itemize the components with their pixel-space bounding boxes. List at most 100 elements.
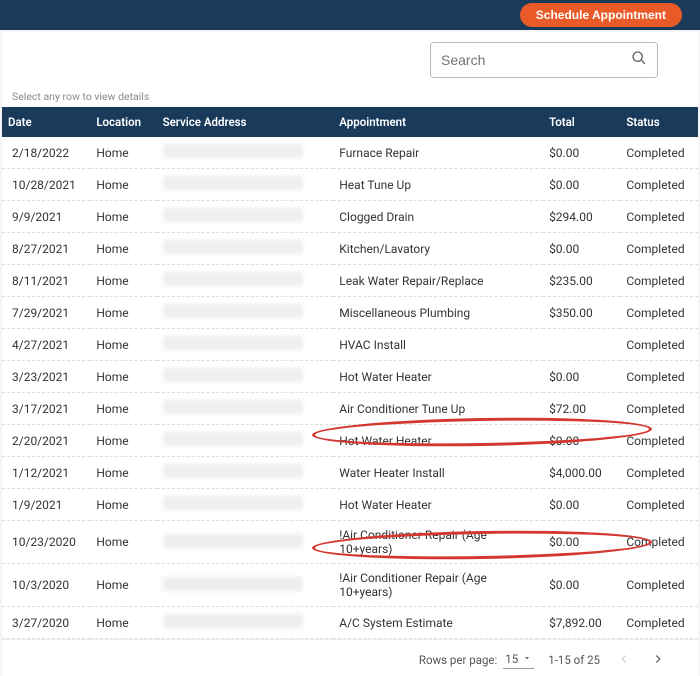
- table-row[interactable]: 10/28/2021HomeHeat Tune Up$0.00Completed: [2, 169, 698, 201]
- redacted-address: [163, 336, 303, 350]
- cell-status: Completed: [620, 457, 698, 489]
- cell-location: Home: [90, 329, 156, 361]
- table-row[interactable]: 8/11/2021Home Leak Water Repair/Replace$2…: [2, 265, 698, 297]
- table-body: 2/18/2022HomeFurnace Repair$0.00Complete…: [2, 137, 698, 639]
- cell-address: [157, 297, 334, 329]
- cell-appointment: Leak Water Repair/Replace: [333, 265, 543, 297]
- cell-status: Completed: [620, 564, 698, 607]
- pagination: Rows per page: 15 1-15 of 25: [2, 639, 698, 676]
- search-row: [2, 32, 698, 86]
- table-row[interactable]: 3/23/2021HomeHot Water Heater$0.00Comple…: [2, 361, 698, 393]
- cell-date: 10/3/2020: [2, 564, 90, 607]
- cell-location: Home: [90, 233, 156, 265]
- cell-appointment: Hot Water Heater: [333, 489, 543, 521]
- table-row[interactable]: 7/29/2021HomeMiscellaneous Plumbing$350.…: [2, 297, 698, 329]
- redacted-address: [163, 464, 303, 478]
- rows-per-page-value: 15: [505, 652, 518, 666]
- cell-total: $350.00: [543, 297, 620, 329]
- cell-location: Home: [90, 137, 156, 169]
- prev-page-button[interactable]: [614, 650, 634, 670]
- table-row[interactable]: 4/27/2021HomeHVAC InstallCompleted: [2, 329, 698, 361]
- redacted-address: [163, 577, 303, 591]
- cell-total: $4,000.00: [543, 457, 620, 489]
- col-address[interactable]: Service Address: [157, 107, 334, 137]
- cell-location: Home: [90, 489, 156, 521]
- cell-location: Home: [90, 265, 156, 297]
- cell-total: $235.00: [543, 265, 620, 297]
- rows-per-page-select[interactable]: 15: [503, 652, 534, 669]
- redacted-address: [163, 614, 303, 628]
- cell-status: Completed: [620, 393, 698, 425]
- cell-date: 10/28/2021: [2, 169, 90, 201]
- cell-date: 1/9/2021: [2, 489, 90, 521]
- table-row[interactable]: 3/27/2020HomeA/C System Estimate$7,892.0…: [2, 607, 698, 639]
- cell-total: $0.00: [543, 489, 620, 521]
- cell-total: $0.00: [543, 425, 620, 457]
- col-status[interactable]: Status: [620, 107, 698, 137]
- cell-appointment: Kitchen/Lavatory: [333, 233, 543, 265]
- rows-per-page: Rows per page: 15: [419, 652, 534, 669]
- chevron-right-icon: [651, 652, 665, 669]
- cell-location: Home: [90, 564, 156, 607]
- cell-date: 1/12/2021: [2, 457, 90, 489]
- cell-date: 4/27/2021: [2, 329, 90, 361]
- cell-status: Completed: [620, 489, 698, 521]
- chevron-down-icon: [522, 652, 532, 666]
- redacted-address: [163, 496, 303, 510]
- cell-status: Completed: [620, 137, 698, 169]
- cell-date: 8/11/2021: [2, 265, 90, 297]
- redacted-address: [163, 208, 303, 222]
- cell-appointment: Hot Water Heater: [333, 361, 543, 393]
- cell-date: 2/20/2021: [2, 425, 90, 457]
- table-row[interactable]: 2/20/2021HomeHot Water Heater$0.00Comple…: [2, 425, 698, 457]
- cell-date: 3/17/2021: [2, 393, 90, 425]
- cell-total: $0.00: [543, 564, 620, 607]
- next-page-button[interactable]: [648, 650, 668, 670]
- cell-status: Completed: [620, 265, 698, 297]
- cell-total: $7,892.00: [543, 607, 620, 639]
- table-row[interactable]: 8/27/2021HomeKitchen/Lavatory$0.00Comple…: [2, 233, 698, 265]
- search-input[interactable]: [441, 52, 625, 68]
- cell-date: 7/29/2021: [2, 297, 90, 329]
- cell-address: [157, 265, 334, 297]
- table-row[interactable]: 2/18/2022HomeFurnace Repair$0.00Complete…: [2, 137, 698, 169]
- redacted-address: [163, 144, 303, 158]
- cell-status: Completed: [620, 201, 698, 233]
- cell-location: Home: [90, 607, 156, 639]
- schedule-appointment-button[interactable]: Schedule Appointment: [520, 3, 682, 27]
- cell-status: Completed: [620, 329, 698, 361]
- search-icon: [631, 50, 647, 70]
- table-row[interactable]: 1/9/2021Home Hot Water Heater$0.00Complet…: [2, 489, 698, 521]
- redacted-address: [163, 176, 303, 190]
- col-location[interactable]: Location: [90, 107, 156, 137]
- cell-appointment: !Air Conditioner Repair (Age 10+years): [333, 521, 543, 564]
- cell-total: [543, 329, 620, 361]
- table-row[interactable]: 3/17/2021HomeAir Conditioner Tune Up$72.…: [2, 393, 698, 425]
- cell-address: [157, 393, 334, 425]
- table-row[interactable]: 1/12/2021HomeWater Heater Install$4,000.…: [2, 457, 698, 489]
- top-bar: Schedule Appointment: [0, 0, 700, 30]
- cell-appointment: Water Heater Install: [333, 457, 543, 489]
- cell-status: Completed: [620, 233, 698, 265]
- cell-status: Completed: [620, 521, 698, 564]
- col-date[interactable]: Date: [2, 107, 90, 137]
- appointments-table: Date Location Service Address Appointmen…: [2, 107, 698, 639]
- table-row[interactable]: 9/9/2021HomeClogged Drain$294.00Complete…: [2, 201, 698, 233]
- col-total[interactable]: Total: [543, 107, 620, 137]
- redacted-address: [163, 368, 303, 382]
- cell-location: Home: [90, 361, 156, 393]
- cell-status: Completed: [620, 425, 698, 457]
- table-row[interactable]: 10/23/2020Home!Air Conditioner Repair (A…: [2, 521, 698, 564]
- cell-appointment: Miscellaneous Plumbing: [333, 297, 543, 329]
- search-box[interactable]: [430, 42, 658, 78]
- col-appointment[interactable]: Appointment: [333, 107, 543, 137]
- redacted-address: [163, 400, 303, 414]
- cell-status: Completed: [620, 607, 698, 639]
- redacted-address: [163, 534, 303, 548]
- table-header-row: Date Location Service Address Appointmen…: [2, 107, 698, 137]
- table-hint: Select any row to view details: [2, 86, 698, 107]
- table-row[interactable]: 10/3/2020Home!Air Conditioner Repair (Ag…: [2, 564, 698, 607]
- cell-address: [157, 361, 334, 393]
- cell-total: $0.00: [543, 361, 620, 393]
- table-wrapper: Date Location Service Address Appointmen…: [2, 107, 698, 639]
